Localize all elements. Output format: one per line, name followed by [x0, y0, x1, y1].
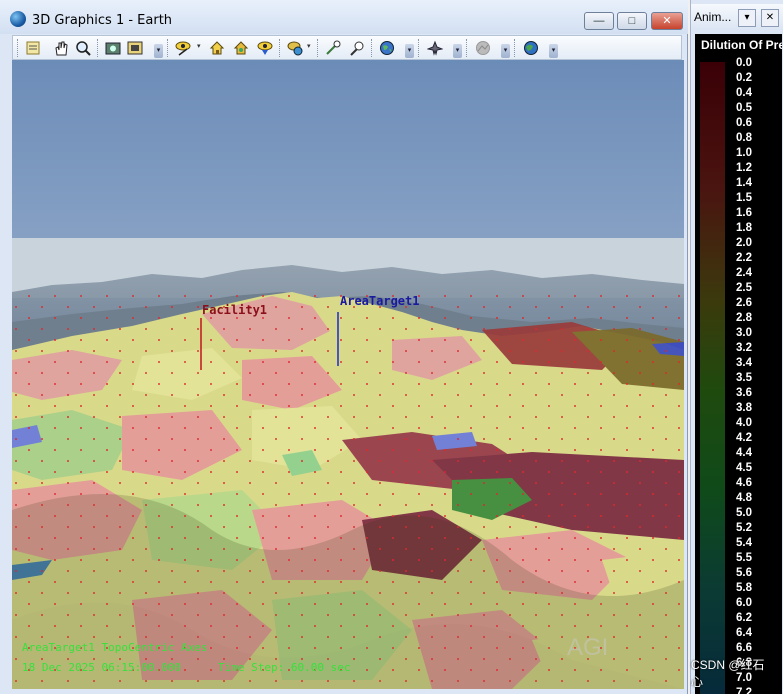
legend-color-bar — [700, 62, 725, 694]
legend-label: 1.2 — [736, 162, 752, 174]
maximize-button[interactable]: □ — [617, 12, 647, 30]
legend-label: 4.8 — [736, 492, 752, 504]
hud-datetime: 18 Dec 2025 06:15:00.000 — [22, 661, 181, 674]
home-view-alt-icon[interactable] — [231, 38, 251, 57]
snapshot-icon[interactable] — [103, 38, 123, 57]
legend-label: 6.0 — [736, 597, 752, 609]
earth-icon[interactable] — [521, 38, 541, 57]
legend-label: 6.4 — [736, 627, 752, 639]
legend-label: 3.0 — [736, 327, 752, 339]
legend-label: 0.5 — [736, 102, 752, 114]
toolbar-grip-3[interactable] — [279, 39, 282, 57]
toolbar-grip-7[interactable] — [466, 39, 469, 57]
home-view-icon[interactable] — [207, 38, 227, 57]
legend-label: 4.2 — [736, 432, 752, 444]
pan-hand-icon[interactable] — [51, 38, 71, 57]
3d-viewport[interactable]: AGI Facility1 AreaTarget1 AreaTarget1 To… — [12, 60, 684, 689]
toolbar-overflow-5[interactable]: ▾ — [549, 44, 558, 58]
close-button[interactable]: ✕ — [651, 12, 683, 30]
agi-logo: AGI — [567, 634, 608, 661]
legend-label: 0.8 — [736, 132, 752, 144]
legend-label: 3.2 — [736, 342, 752, 354]
terrain-scene: AGI — [12, 60, 684, 689]
toolbar-grip-5[interactable] — [371, 39, 374, 57]
facility-label[interactable]: Facility1 — [202, 303, 267, 317]
legend-title: Dilution Of Precision — [701, 38, 782, 52]
toolbar-overflow-1[interactable]: ▾ — [154, 44, 163, 58]
legend-label: 3.8 — [736, 402, 752, 414]
animate-view-dropdown[interactable]: ▾ — [307, 43, 313, 50]
legend-label: 1.5 — [736, 192, 752, 204]
legend-label: 2.0 — [736, 237, 752, 249]
properties-icon[interactable] — [23, 38, 43, 57]
legend-label: 5.4 — [736, 537, 752, 549]
legend-label: 2.2 — [736, 252, 752, 264]
hud-axes-label: AreaTarget1 TopoCentric Axes — [22, 641, 208, 654]
color-legend: Dilution Of Precision 0.0 0.2 0.4 0.5 0.6 0.8… — [695, 34, 782, 694]
legend-label: 2.5 — [736, 282, 752, 294]
watermark: CSDN @红石心 — [691, 658, 765, 689]
legend-label: 1.0 — [736, 147, 752, 159]
legend-labels: 0.0 0.2 0.4 0.5 0.6 0.8 1.0 1.2 1.4 1.5 1.6 1.8 2.0 2… — [736, 56, 752, 694]
legend-label: 5.8 — [736, 582, 752, 594]
legend-label: 2.8 — [736, 312, 752, 324]
legend-label: 3.4 — [736, 357, 752, 369]
toolbar-overflow-2[interactable]: ▾ — [405, 44, 414, 58]
animation-side-panel: Anim... ▾ ✕ Dilution Of Precision 0.0 0.2… — [690, 0, 783, 694]
legend-label: 0.6 — [736, 117, 752, 129]
side-panel-header[interactable]: Anim... ▾ ✕ — [691, 4, 783, 30]
side-panel-close-button[interactable]: ✕ — [761, 9, 779, 27]
legend-label: 0.0 — [736, 57, 752, 69]
toolbar-grip-6[interactable] — [418, 39, 421, 57]
legend-label: 5.0 — [736, 507, 752, 519]
legend-label: 3.5 — [736, 372, 752, 384]
terrain-icon[interactable] — [473, 38, 493, 57]
record-icon[interactable] — [125, 38, 145, 57]
zoom-icon[interactable] — [73, 38, 93, 57]
animate-view-icon[interactable] — [285, 38, 305, 57]
inspect-icon[interactable] — [347, 38, 367, 57]
toolbar: ▾ ▾ ▾ ▾ ▾ ▾ ▾ — [12, 35, 682, 60]
legend-label: 2.4 — [736, 267, 752, 279]
title-bar[interactable]: 3D Graphics 1 - Earth — □ ✕ — [0, 0, 688, 34]
main-window: 3D Graphics 1 - Earth — □ ✕ ▾ ▾ ▾ ▾ ▾ ▾ … — [0, 0, 688, 694]
legend-label: 2.6 — [736, 297, 752, 309]
legend-label: 5.5 — [736, 552, 752, 564]
hud-timestep: Time Step: 60.00 sec — [218, 661, 351, 674]
aircraft-icon[interactable] — [425, 38, 445, 57]
legend-label: 0.2 — [736, 72, 752, 84]
side-panel-dropdown-button[interactable]: ▾ — [738, 9, 756, 27]
globe-manager-icon[interactable] — [377, 38, 397, 57]
view-from-icon[interactable] — [173, 38, 193, 57]
toolbar-separator — [97, 39, 100, 57]
toolbar-overflow-3[interactable]: ▾ — [453, 44, 462, 58]
window-title: 3D Graphics 1 - Earth — [32, 13, 173, 28]
toolbar-grip[interactable] — [17, 39, 20, 57]
toolbar-grip-2[interactable] — [167, 39, 170, 57]
legend-label: 5.6 — [736, 567, 752, 579]
measure-icon[interactable] — [323, 38, 343, 57]
legend-label: 5.2 — [736, 522, 752, 534]
legend-label: 0.4 — [736, 87, 752, 99]
grid-points — [12, 290, 684, 689]
earth-icon — [10, 11, 26, 27]
view-to-icon[interactable] — [255, 38, 275, 57]
toolbar-grip-4[interactable] — [317, 39, 320, 57]
legend-label: 1.8 — [736, 222, 752, 234]
side-panel-title: Anim... — [694, 10, 732, 24]
legend-label: 4.6 — [736, 477, 752, 489]
legend-label: 1.4 — [736, 177, 752, 189]
minimize-button[interactable]: — — [584, 12, 614, 30]
legend-label: 6.2 — [736, 612, 752, 624]
legend-label: 6.6 — [736, 642, 752, 654]
view-from-dropdown[interactable]: ▾ — [197, 43, 203, 50]
legend-label: 4.0 — [736, 417, 752, 429]
legend-label: 4.4 — [736, 447, 752, 459]
legend-label: 4.5 — [736, 462, 752, 474]
legend-label: 1.6 — [736, 207, 752, 219]
legend-label: 3.6 — [736, 387, 752, 399]
area-target-label[interactable]: AreaTarget1 — [340, 294, 419, 308]
toolbar-overflow-4[interactable]: ▾ — [501, 44, 510, 58]
toolbar-grip-8[interactable] — [514, 39, 517, 57]
